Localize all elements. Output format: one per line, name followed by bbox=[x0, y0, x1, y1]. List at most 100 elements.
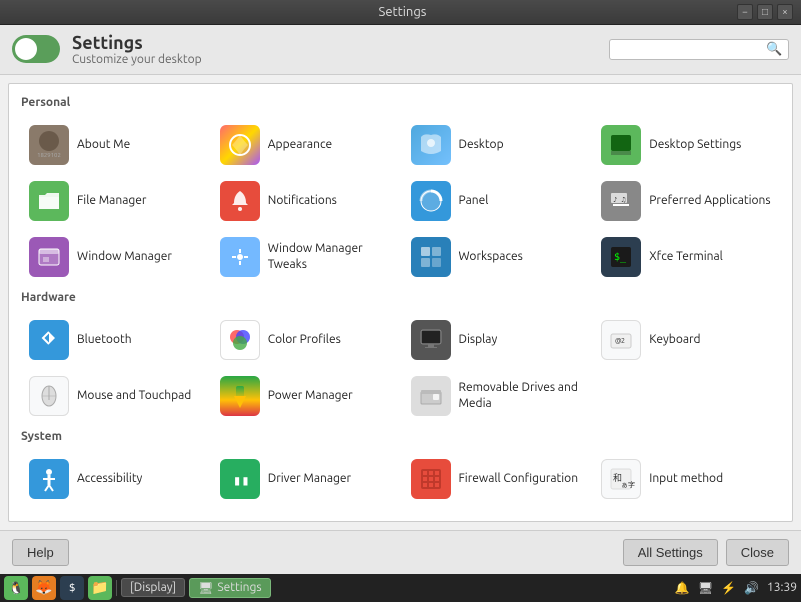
titlebar-title: Settings bbox=[68, 5, 737, 19]
preferred-icon: ♪ ♫ bbox=[601, 181, 641, 221]
item-workspaces[interactable]: Workspaces bbox=[403, 231, 590, 283]
taskbar-time: 13:39 bbox=[767, 581, 797, 594]
panel-icon bbox=[411, 181, 451, 221]
item-input-method[interactable]: 和ぁ字 Input method bbox=[593, 453, 780, 505]
file-manager-label: File Manager bbox=[77, 193, 146, 209]
taskbar: 🐧 🦊 $ 📁 [Display] 🖥 Settings 🔔 🖥 ⚡ 🔊 13:… bbox=[0, 574, 801, 602]
search-bar[interactable]: 🔍 bbox=[609, 39, 789, 60]
hardware-grid: Bluetooth Color Profiles Display @2 Keyb… bbox=[21, 314, 780, 422]
preferred-applications-label: Preferred Applications bbox=[649, 193, 770, 209]
removable-icon bbox=[411, 376, 451, 416]
item-panel[interactable]: Panel bbox=[403, 175, 590, 227]
item-about-me[interactable]: 1829102 About Me bbox=[21, 119, 208, 171]
svg-text:2: 2 bbox=[621, 337, 625, 345]
item-removable-drives[interactable]: Removable Drives and Media bbox=[403, 370, 590, 422]
wm-tweaks-label: Window Manager Tweaks bbox=[268, 241, 391, 272]
item-notifications[interactable]: Notifications bbox=[212, 175, 399, 227]
item-file-manager[interactable]: File Manager bbox=[21, 175, 208, 227]
driver-manager-icon: ▮▮ bbox=[220, 459, 260, 499]
item-driver-manager[interactable]: ▮▮ Driver Manager bbox=[212, 453, 399, 505]
titlebar: Settings − □ × bbox=[0, 0, 801, 25]
search-icon: 🔍 bbox=[766, 42, 782, 57]
taskbar-volume-icon[interactable]: 🔊 bbox=[744, 581, 759, 595]
app-header: Settings Customize your desktop 🔍 bbox=[0, 25, 801, 75]
color-profiles-icon bbox=[220, 320, 260, 360]
keyboard-label: Keyboard bbox=[649, 332, 700, 348]
app-title: Settings bbox=[72, 33, 202, 53]
notifications-label: Notifications bbox=[268, 193, 337, 209]
taskbar-icon-3[interactable]: $ bbox=[60, 576, 84, 600]
item-power-manager[interactable]: Power Manager bbox=[212, 370, 399, 422]
driver-manager-label: Driver Manager bbox=[268, 471, 351, 487]
removable-drives-label: Removable Drives and Media bbox=[459, 380, 582, 411]
search-input[interactable] bbox=[616, 42, 766, 57]
taskbar-screen-icon[interactable]: 🖥 bbox=[698, 581, 713, 595]
item-accessibility[interactable]: Accessibility bbox=[21, 453, 208, 505]
titlebar-controls: − □ × bbox=[737, 4, 793, 20]
accessibility-label: Accessibility bbox=[77, 471, 142, 487]
item-preferred-applications[interactable]: ♪ ♫ Preferred Applications bbox=[593, 175, 780, 227]
item-bluetooth[interactable]: Bluetooth bbox=[21, 314, 208, 366]
about-me-label: About Me bbox=[77, 137, 130, 153]
settings-icon bbox=[12, 35, 60, 63]
input-method-icon: 和ぁ字 bbox=[601, 459, 641, 499]
section-system-label: System bbox=[21, 430, 780, 445]
wm-tweaks-icon bbox=[220, 237, 260, 277]
app-subtitle: Customize your desktop bbox=[72, 53, 202, 66]
power-manager-label: Power Manager bbox=[268, 388, 353, 404]
keyboard-icon: @2 bbox=[601, 320, 641, 360]
input-method-label: Input method bbox=[649, 471, 723, 487]
taskbar-right: 🔔 🖥 ⚡ 🔊 13:39 bbox=[675, 581, 797, 595]
display-icon bbox=[411, 320, 451, 360]
about-me-icon: 1829102 bbox=[29, 125, 69, 165]
app-window: Settings Customize your desktop 🔍 Person… bbox=[0, 25, 801, 574]
display-label: Display bbox=[459, 332, 498, 348]
content-area: Personal 1829102 About Me Appearance bbox=[8, 83, 793, 522]
taskbar-display-app[interactable]: [Display] bbox=[121, 578, 185, 597]
svg-text:$_: $_ bbox=[614, 252, 627, 263]
power-icon bbox=[220, 376, 260, 416]
svg-text:ぁ字: ぁ字 bbox=[621, 480, 635, 489]
item-appearance[interactable]: Appearance bbox=[212, 119, 399, 171]
settings-app-label: Settings bbox=[217, 581, 261, 594]
system-grid: Accessibility ▮▮ Driver Manager Firewall… bbox=[21, 453, 780, 505]
color-profiles-label: Color Profiles bbox=[268, 332, 341, 348]
taskbar-power-icon[interactable]: ⚡ bbox=[721, 581, 736, 595]
taskbar-icon-1[interactable]: 🐧 bbox=[4, 576, 28, 600]
app-header-left: Settings Customize your desktop bbox=[12, 33, 202, 66]
item-desktop[interactable]: Desktop bbox=[403, 119, 590, 171]
item-wm-tweaks[interactable]: Window Manager Tweaks bbox=[212, 231, 399, 283]
item-mouse-touchpad[interactable]: Mouse and Touchpad bbox=[21, 370, 208, 422]
desktop-settings-label: Desktop Settings bbox=[649, 137, 741, 153]
mouse-touchpad-label: Mouse and Touchpad bbox=[77, 388, 191, 404]
help-button[interactable]: Help bbox=[12, 539, 69, 566]
svg-text:▮▮: ▮▮ bbox=[233, 473, 250, 489]
taskbar-icon-2[interactable]: 🦊 bbox=[32, 576, 56, 600]
workspaces-icon bbox=[411, 237, 451, 277]
file-manager-icon bbox=[29, 181, 69, 221]
bluetooth-icon bbox=[29, 320, 69, 360]
item-display[interactable]: Display bbox=[403, 314, 590, 366]
item-color-profiles[interactable]: Color Profiles bbox=[212, 314, 399, 366]
item-desktop-settings[interactable]: Desktop Settings bbox=[593, 119, 780, 171]
item-keyboard[interactable]: @2 Keyboard bbox=[593, 314, 780, 366]
taskbar-icon-4[interactable]: 📁 bbox=[88, 576, 112, 600]
all-settings-button[interactable]: All Settings bbox=[623, 539, 718, 566]
item-xfce-terminal[interactable]: $_ Xfce Terminal bbox=[593, 231, 780, 283]
item-window-manager[interactable]: Window Manager bbox=[21, 231, 208, 283]
taskbar-bell-icon[interactable]: 🔔 bbox=[675, 581, 690, 595]
maximize-button[interactable]: □ bbox=[757, 4, 773, 20]
workspaces-label: Workspaces bbox=[459, 249, 523, 265]
close-button[interactable]: Close bbox=[726, 539, 789, 566]
desktop-settings-icon bbox=[601, 125, 641, 165]
footer-right: All Settings Close bbox=[623, 539, 789, 566]
item-firewall[interactable]: Firewall Configuration bbox=[403, 453, 590, 505]
taskbar-settings-app[interactable]: 🖥 Settings bbox=[189, 578, 270, 598]
panel-label: Panel bbox=[459, 193, 489, 209]
bluetooth-label: Bluetooth bbox=[77, 332, 132, 348]
close-button[interactable]: × bbox=[777, 4, 793, 20]
appearance-icon bbox=[220, 125, 260, 165]
section-hardware-label: Hardware bbox=[21, 291, 780, 306]
personal-grid: 1829102 About Me Appearance Desktop bbox=[21, 119, 780, 283]
minimize-button[interactable]: − bbox=[737, 4, 753, 20]
